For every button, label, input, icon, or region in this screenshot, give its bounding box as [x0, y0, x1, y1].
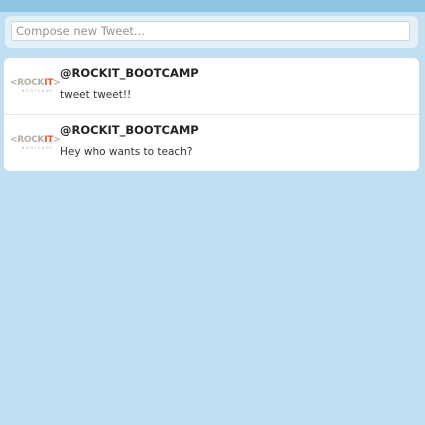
tweet-item[interactable]: <ROCKIT> BOOTCAMP @ROCKIT_BOOTCAMP Hey w…	[4, 115, 419, 171]
avatar[interactable]: <ROCKIT> BOOTCAMP	[10, 135, 61, 153]
tweet-text: tweet tweet!!	[60, 89, 132, 101]
tweet-feed: <ROCKIT> BOOTCAMP @ROCKIT_BOOTCAMP tweet…	[4, 58, 419, 171]
compose-tweet-input[interactable]	[11, 21, 410, 41]
tweet-item[interactable]: <ROCKIT> BOOTCAMP @ROCKIT_BOOTCAMP tweet…	[4, 58, 419, 115]
tweet-handle[interactable]: @ROCKIT_BOOTCAMP	[60, 66, 199, 80]
compose-panel	[5, 16, 418, 48]
logo-subtext: BOOTCAMP	[22, 89, 54, 93]
rockit-logo: <ROCKIT>	[10, 135, 61, 145]
logo-subtext: BOOTCAMP	[22, 146, 54, 150]
tweet-handle[interactable]: @ROCKIT_BOOTCAMP	[60, 123, 199, 137]
rockit-logo: <ROCKIT>	[10, 78, 61, 88]
avatar[interactable]: <ROCKIT> BOOTCAMP	[10, 78, 61, 96]
top-band	[0, 0, 425, 12]
tweet-text: Hey who wants to teach?	[60, 146, 193, 158]
